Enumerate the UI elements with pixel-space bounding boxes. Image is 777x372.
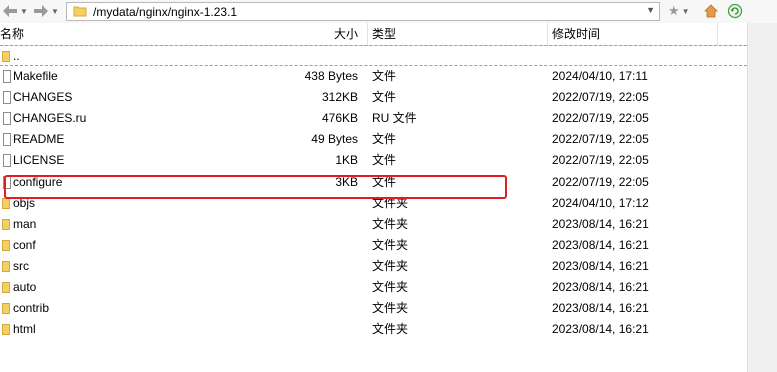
path-input[interactable]: /mydata/nginx/nginx-1.23.1 ▼ [66, 2, 660, 21]
folder-icon [2, 324, 10, 335]
column-header: 名称 大小 类型 修改时间 [0, 23, 747, 46]
file-name: .. [13, 49, 20, 63]
chevron-down-icon: ▼ [681, 6, 690, 16]
file-name: LICENSE [13, 153, 65, 167]
file-type: RU 文件 [372, 111, 417, 125]
column-divider[interactable] [367, 23, 368, 45]
column-type[interactable]: 类型 [372, 23, 396, 45]
file-date: 2023/08/14, 16:21 [552, 217, 649, 231]
file-type: 文件 [372, 132, 397, 146]
file-size: 476KB [321, 111, 358, 125]
list-item[interactable]: .. [0, 45, 747, 66]
toolbar: ▼ ▼ /mydata/nginx/nginx-1.23.1 ▼ ★ ▼ [0, 0, 777, 25]
folder-icon [2, 219, 10, 230]
file-type: 文件夹 [372, 259, 409, 273]
file-icon [3, 154, 11, 167]
highlight-annotation [4, 175, 507, 199]
column-divider[interactable] [547, 23, 548, 45]
vertical-scrollbar[interactable] [747, 23, 777, 372]
file-date: 2023/08/14, 16:21 [552, 322, 649, 336]
file-icon [3, 91, 11, 104]
path-text: /mydata/nginx/nginx-1.23.1 [93, 5, 238, 19]
file-size: 1KB [335, 153, 358, 167]
chevron-down-icon[interactable]: ▼ [646, 5, 655, 15]
list-item[interactable]: contrib 文件夹 2023/08/14, 16:21 [0, 298, 747, 319]
file-date: 2024/04/10, 17:12 [552, 196, 649, 210]
home-button[interactable] [704, 2, 718, 20]
file-name: CHANGES.ru [13, 111, 87, 125]
file-name: CHANGES [13, 90, 73, 104]
file-type: 文件夹 [372, 301, 409, 315]
folder-icon [2, 51, 10, 62]
file-type: 文件 [372, 90, 397, 104]
file-type: 文件 [372, 153, 397, 167]
file-icon [3, 70, 11, 83]
file-type: 文件夹 [372, 280, 409, 294]
list-item[interactable]: conf 文件夹 2023/08/14, 16:21 [0, 235, 747, 256]
list-item[interactable]: README 49 Bytes 文件 2022/07/19, 22:05 [0, 129, 747, 150]
file-list: .. Makefile 438 Bytes 文件 2024/04/10, 17:… [0, 45, 747, 372]
list-item[interactable]: man 文件夹 2023/08/14, 16:21 [0, 214, 747, 235]
folder-icon [2, 261, 10, 272]
back-button[interactable]: ▼ [2, 1, 28, 21]
list-item[interactable]: src 文件夹 2023/08/14, 16:21 [0, 256, 747, 277]
file-icon [3, 133, 11, 146]
file-name: README [13, 132, 65, 146]
file-name: Makefile [13, 69, 58, 83]
file-name: html [13, 322, 36, 336]
file-type: 文件夹 [372, 322, 409, 336]
file-date: 2022/07/19, 22:05 [552, 175, 649, 189]
file-size: 438 Bytes [304, 69, 358, 83]
column-name[interactable]: 名称 [0, 23, 24, 45]
file-date: 2024/04/10, 17:11 [552, 69, 648, 83]
column-divider[interactable] [717, 23, 718, 45]
list-item[interactable]: html 文件夹 2023/08/14, 16:21 [0, 319, 747, 340]
list-item[interactable]: auto 文件夹 2023/08/14, 16:21 [0, 277, 747, 298]
refresh-button[interactable] [727, 2, 743, 20]
folder-icon [2, 303, 10, 314]
column-modified[interactable]: 修改时间 [552, 23, 600, 45]
file-date: 2023/08/14, 16:21 [552, 259, 649, 273]
forward-button[interactable]: ▼ [33, 1, 59, 21]
file-type: 文件夹 [372, 217, 409, 231]
file-type: 文件夹 [372, 238, 409, 252]
file-date: 2023/08/14, 16:21 [552, 280, 649, 294]
list-item[interactable]: LICENSE 1KB 文件 2022/07/19, 22:05 [0, 150, 747, 171]
list-item[interactable]: CHANGES.ru 476KB RU 文件 2022/07/19, 22:05 [0, 108, 747, 129]
file-type: 文件 [372, 69, 397, 83]
list-item[interactable]: CHANGES 312KB 文件 2022/07/19, 22:05 [0, 87, 747, 108]
folder-icon [2, 282, 10, 293]
file-date: 2022/07/19, 22:05 [552, 111, 649, 125]
file-name: src [13, 259, 29, 273]
file-date: 2022/07/19, 22:05 [552, 153, 649, 167]
home-icon [704, 4, 718, 18]
file-date: 2022/07/19, 22:05 [552, 90, 649, 104]
chevron-down-icon: ▼ [51, 6, 59, 16]
file-icon [3, 112, 11, 125]
folder-icon [73, 6, 87, 17]
star-icon: ★ [668, 3, 680, 18]
file-date: 2023/08/14, 16:21 [552, 301, 649, 315]
file-name: contrib [13, 301, 50, 315]
arrow-right-icon [34, 5, 48, 17]
arrow-left-icon [3, 5, 17, 17]
refresh-icon [727, 3, 743, 19]
column-size[interactable]: 大小 [334, 23, 358, 45]
folder-icon [2, 198, 10, 209]
file-date: 2022/07/19, 22:05 [552, 132, 649, 146]
file-name: conf [13, 238, 36, 252]
file-date: 2023/08/14, 16:21 [552, 238, 649, 252]
list-item[interactable]: Makefile 438 Bytes 文件 2024/04/10, 17:11 [0, 66, 747, 87]
file-size: 312KB [321, 90, 358, 104]
file-name: man [13, 217, 37, 231]
file-name: auto [13, 280, 37, 294]
chevron-down-icon: ▼ [20, 6, 28, 16]
favorite-button[interactable]: ★ ▼ [668, 2, 690, 20]
file-size: 49 Bytes [311, 132, 358, 146]
folder-icon [2, 240, 10, 251]
